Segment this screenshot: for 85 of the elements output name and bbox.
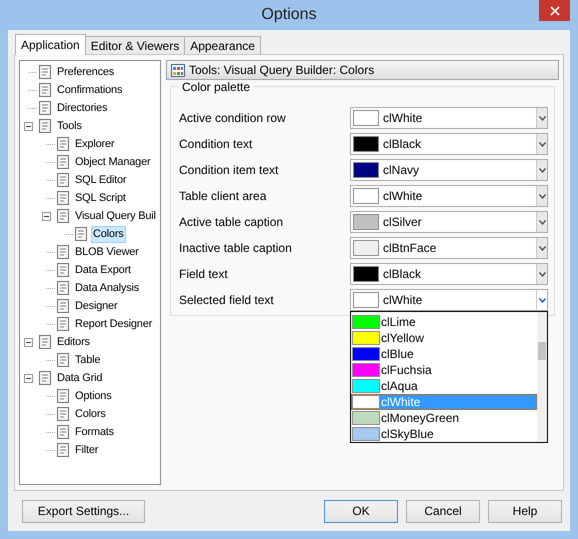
tree-item[interactable]: Object Manager xyxy=(73,154,152,170)
page-icon xyxy=(37,370,53,386)
page-icon xyxy=(55,190,71,206)
tree-item[interactable]: Visual Query Buil xyxy=(73,208,158,224)
page-icon xyxy=(55,262,71,278)
tab[interactable]: Application xyxy=(15,34,86,55)
page-icon xyxy=(55,406,71,422)
scrollbar[interactable] xyxy=(537,312,547,442)
tree-item[interactable]: SQL Editor xyxy=(73,172,128,188)
page-icon xyxy=(55,154,71,170)
field-label: Field text xyxy=(179,267,228,281)
collapse-icon[interactable] xyxy=(42,212,51,220)
page-icon xyxy=(37,64,53,80)
field-label: Active condition row xyxy=(179,111,286,125)
page-icon xyxy=(55,352,71,368)
dropdown-option[interactable]: clFuchsia xyxy=(351,362,537,378)
close-icon xyxy=(550,6,560,16)
tree-item[interactable]: Directories xyxy=(55,100,110,116)
field-label: Condition text xyxy=(179,137,252,151)
dialog-button[interactable]: Cancel xyxy=(406,500,480,522)
tree-item[interactable]: Data Grid xyxy=(55,370,104,386)
tree-item[interactable]: Tools xyxy=(55,118,84,134)
dialog-button[interactable]: Help xyxy=(488,500,562,522)
page-icon xyxy=(55,316,71,332)
page-icon xyxy=(73,226,89,242)
tree-item[interactable]: Explorer xyxy=(73,136,116,152)
page-icon xyxy=(55,298,71,314)
window-title: Options xyxy=(261,6,317,24)
page-icon xyxy=(37,118,53,134)
dropdown-option[interactable]: clLime xyxy=(351,314,537,330)
tree-item[interactable]: Options xyxy=(73,388,114,404)
page-icon xyxy=(55,172,71,188)
page-header-title: Tools: Visual Query Builder: Colors xyxy=(189,63,374,77)
dropdown-option[interactable]: clSkyBlue xyxy=(351,426,537,442)
tree-item[interactable]: Designer xyxy=(73,298,120,314)
page-icon xyxy=(37,82,53,98)
tree-item[interactable]: Data Export xyxy=(73,262,133,278)
tree-item[interactable]: Formats xyxy=(73,424,116,440)
field-label: Active table caption xyxy=(179,215,284,229)
page-icon xyxy=(55,442,71,458)
tree-item[interactable]: Data Analysis xyxy=(73,280,142,296)
tree-item[interactable]: SQL Script xyxy=(73,190,128,206)
color-combo[interactable]: clBtnFace xyxy=(350,237,548,259)
dropdown-option[interactable]: clYellow xyxy=(351,330,537,346)
tree-item[interactable]: Table xyxy=(73,352,102,368)
color-combo[interactable]: clSilver xyxy=(350,211,548,233)
tree-item[interactable]: BLOB Viewer xyxy=(73,244,141,260)
tree-item[interactable]: Report Designer xyxy=(73,316,154,332)
page-icon xyxy=(55,424,71,440)
collapse-icon[interactable] xyxy=(24,338,33,346)
color-combo[interactable]: clWhite xyxy=(350,185,548,207)
page-icon xyxy=(37,334,53,350)
page-icon xyxy=(55,388,71,404)
tree-item[interactable]: Colors xyxy=(73,406,108,422)
export-settings-button[interactable]: Export Settings... xyxy=(22,500,145,522)
tree-item[interactable]: Filter xyxy=(73,442,100,458)
group-legend: Color palette xyxy=(179,80,254,94)
color-combo[interactable]: clWhite xyxy=(350,107,548,129)
dropdown-option[interactable]: clMoneyGreen xyxy=(351,410,537,426)
field-label: Table client area xyxy=(179,189,266,203)
color-combo[interactable]: clWhite xyxy=(350,289,548,311)
tree-item[interactable]: Preferences xyxy=(55,64,116,80)
color-combo[interactable]: clBlack xyxy=(350,133,548,155)
page-icon xyxy=(55,136,71,152)
color-combo[interactable]: clBlack xyxy=(350,263,548,285)
tree-item[interactable]: Editors xyxy=(55,334,92,350)
field-label: Condition item text xyxy=(179,163,278,177)
page-icon xyxy=(37,100,53,116)
grid-icon xyxy=(171,64,185,76)
field-label: Selected field text xyxy=(179,293,274,307)
collapse-icon[interactable] xyxy=(24,122,33,130)
close-button[interactable] xyxy=(539,0,570,21)
collapse-icon[interactable] xyxy=(24,374,33,382)
page-icon xyxy=(55,244,71,260)
field-label: Inactive table caption xyxy=(179,241,292,255)
page-icon xyxy=(55,208,71,224)
dropdown-option[interactable]: clBlue xyxy=(351,346,537,362)
dialog-button[interactable]: OK xyxy=(324,500,398,522)
page-icon xyxy=(55,280,71,296)
tree-item[interactable]: Colors xyxy=(91,226,126,242)
tab[interactable]: Appearance xyxy=(184,36,261,54)
tree-item[interactable]: Confirmations xyxy=(55,82,124,98)
tab[interactable]: Editor & Viewers xyxy=(84,36,186,54)
color-combo[interactable]: clNavy xyxy=(350,159,548,181)
dropdown-option[interactable]: clAqua xyxy=(351,378,537,394)
